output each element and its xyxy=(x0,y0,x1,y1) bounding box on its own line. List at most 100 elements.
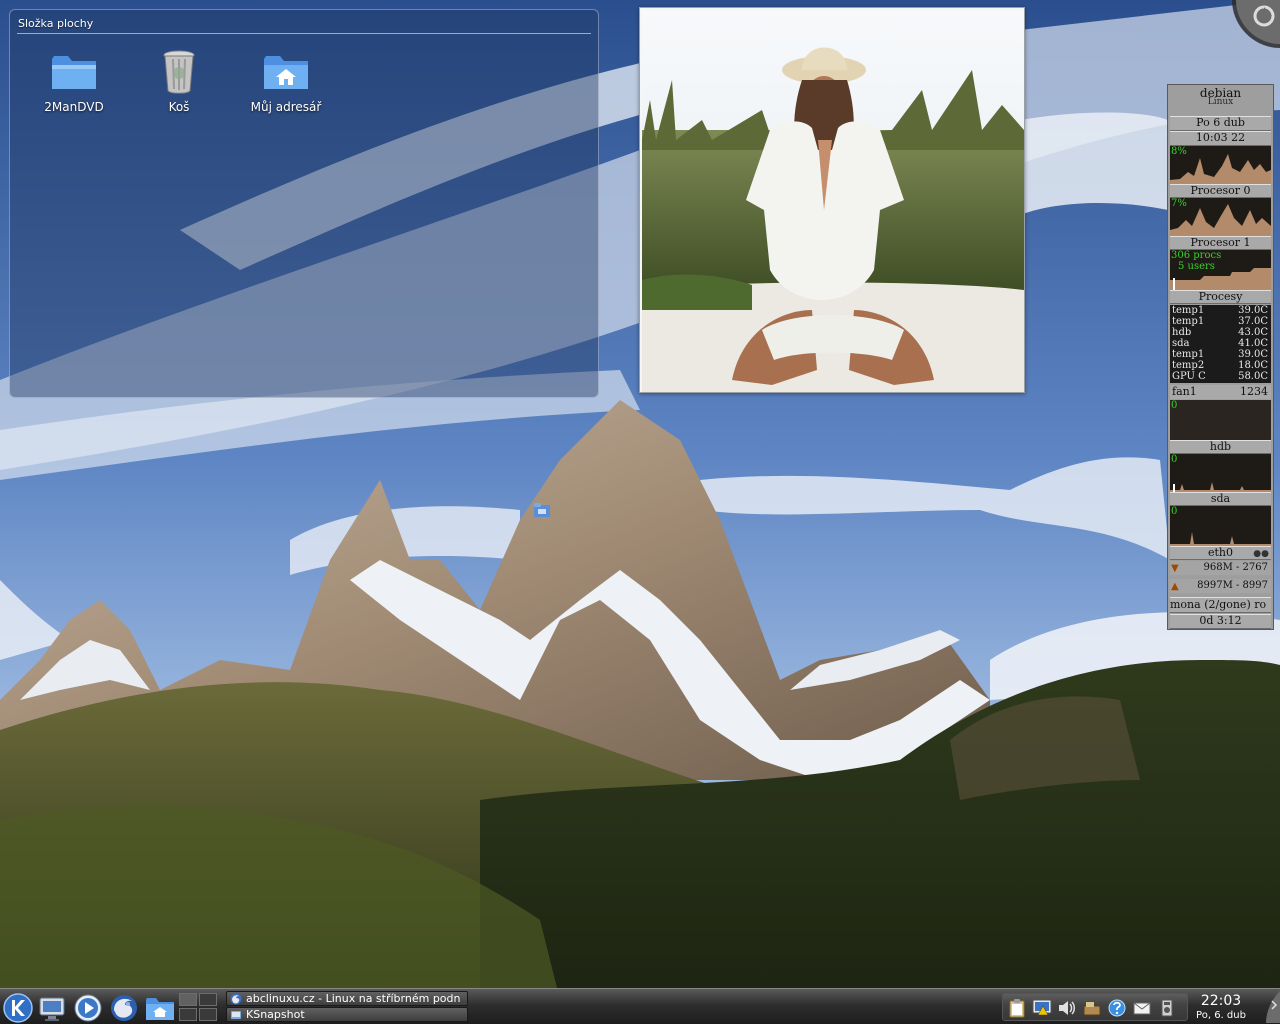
firefox-icon[interactable] xyxy=(108,992,140,1024)
cpu0-graph: 8% xyxy=(1170,146,1271,184)
uptime-row: 0d 3:12 xyxy=(1170,614,1271,629)
net-tx-icon: ▲ xyxy=(1171,581,1179,592)
net-rx-row: ▼ 968M - 2767 xyxy=(1170,561,1271,575)
temp-value: 39.0C xyxy=(1238,349,1268,360)
mail-icon[interactable] xyxy=(1132,998,1152,1018)
fan-value: 1234 xyxy=(1240,385,1268,398)
sysmon-time: 10:03 22 xyxy=(1170,131,1271,146)
pager-desktop-3[interactable] xyxy=(179,1008,197,1021)
sda-label: sda xyxy=(1170,492,1271,506)
temp-value: 18.0C xyxy=(1238,360,1268,371)
net-link-icon: ●● xyxy=(1253,549,1269,559)
framed-photo xyxy=(642,10,1024,392)
temp-name: GPU C xyxy=(1172,371,1206,382)
hdb-graph: 0 xyxy=(1170,454,1271,492)
sda-graph: 0 xyxy=(1170,506,1271,546)
fan-row: fan1 1234 xyxy=(1170,385,1271,399)
sysmon-date: Po 6 dub xyxy=(1170,116,1271,131)
temp-row: sda 41.0C xyxy=(1170,338,1271,349)
temp-value: 43.0C xyxy=(1238,327,1268,338)
temp-name: temp1 xyxy=(1172,349,1205,360)
volume-icon[interactable] xyxy=(1057,998,1077,1018)
ksnapshot-icon xyxy=(231,1011,241,1019)
pager-desktop-2[interactable] xyxy=(199,993,217,1006)
pager-desktop-1[interactable] xyxy=(179,993,197,1006)
procs-count: 306 procs xyxy=(1171,250,1222,261)
system-monitor-widget: debian Linux Po 6 dub 10:03 22 8% Proces… xyxy=(1167,84,1274,630)
cpu1-label: Procesor 1 xyxy=(1170,236,1271,250)
temp-row: temp1 37.0C xyxy=(1170,316,1271,327)
net-label: eth0 xyxy=(1207,546,1233,559)
desktop-icon-label: Můj adresář xyxy=(250,100,322,114)
folder-view-title: Složka plochy xyxy=(18,17,94,30)
hdb-label: hdb xyxy=(1170,440,1271,454)
home-folder-icon[interactable] xyxy=(144,992,176,1024)
virtual-desktop-pager[interactable] xyxy=(179,992,219,1022)
desktop-icon-label: 2ManDVD xyxy=(44,100,104,114)
net-rx-value: 968M - 2767 xyxy=(1203,562,1268,573)
net-label-row: eth0 ●● xyxy=(1170,546,1271,560)
folder-view-widget[interactable]: Složka plochy 2ManDVD Koš Můj adresář xyxy=(9,9,599,398)
procs-label: Procesy xyxy=(1170,290,1271,304)
desktop-icon-label: Koš xyxy=(168,100,190,114)
user-row: mona (2/gone) ro xyxy=(1170,597,1271,613)
picture-frame-widget[interactable] xyxy=(639,7,1025,393)
network-icon[interactable] xyxy=(1082,998,1102,1018)
fan-name: fan1 xyxy=(1172,385,1197,398)
kde-menu-icon[interactable] xyxy=(2,992,34,1024)
desktop-small-folder-icon[interactable] xyxy=(534,502,550,517)
task-label: abclinuxu.cz - Linux na stříbrném podn xyxy=(246,992,461,1005)
cpu1-graph: 7% xyxy=(1170,198,1271,236)
cpu0-label: Procesor 0 xyxy=(1170,184,1271,198)
folder-view-divider xyxy=(17,33,591,34)
trash-icon xyxy=(163,50,195,94)
temp-name: temp1 xyxy=(1172,305,1205,316)
temp-row: hdb 43.0C xyxy=(1170,327,1271,338)
temp-row: temp1 39.0C xyxy=(1170,349,1271,360)
sda-value: 0 xyxy=(1171,506,1178,517)
desktop-icon-2mandvd[interactable]: 2ManDVD xyxy=(19,47,129,127)
pager-desktop-4[interactable] xyxy=(199,1008,217,1021)
system-tray xyxy=(1002,993,1188,1021)
cpu1-value: 7% xyxy=(1171,198,1187,209)
taskbar-clock[interactable]: 22:03 Po, 6. dub xyxy=(1190,992,1252,1022)
display-icon[interactable] xyxy=(1032,998,1052,1018)
desktop-toolbox-icon[interactable] xyxy=(1232,0,1280,48)
net-tx-row: ▲ 8997M - 8997 xyxy=(1170,579,1271,593)
temperature-list: temp1 39.0C temp1 37.0C hdb 43.0C sda 41.0C … xyxy=(1170,305,1271,383)
temp-value: 39.0C xyxy=(1238,305,1268,316)
desktop-icon-home[interactable]: Můj adresář xyxy=(231,47,341,127)
clipboard-icon[interactable] xyxy=(1007,998,1027,1018)
task-label: KSnapshot xyxy=(246,1008,305,1021)
taskbar: abclinuxu.cz - Linux na stříbrném podn K… xyxy=(0,988,1280,1024)
task-browser[interactable]: abclinuxu.cz - Linux na stříbrném podn xyxy=(226,991,468,1006)
system-settings-icon[interactable] xyxy=(36,992,68,1024)
temp-name: hdb xyxy=(1172,327,1192,338)
temp-value: 41.0C xyxy=(1238,338,1268,349)
media-player-icon[interactable] xyxy=(72,992,104,1024)
firefox-icon xyxy=(230,993,242,1005)
sysmon-hostname-sub: Linux xyxy=(1207,97,1234,107)
temp-row: temp1 39.0C xyxy=(1170,305,1271,316)
folder-icon xyxy=(52,56,96,89)
temp-value: 58.0C xyxy=(1238,371,1268,382)
task-ksnapshot[interactable]: KSnapshot xyxy=(226,1007,468,1022)
temp-row: temp2 18.0C xyxy=(1170,360,1271,371)
net-tx-value: 8997M - 8997 xyxy=(1197,580,1268,591)
net-rx-icon: ▼ xyxy=(1171,563,1179,574)
hdb-value: 0 xyxy=(1171,454,1178,465)
desktop-icon-trash[interactable]: Koš xyxy=(124,47,234,127)
temp-row: GPU C 58.0C xyxy=(1170,371,1271,382)
temp-value: 37.0C xyxy=(1238,316,1268,327)
device-icon[interactable] xyxy=(1157,998,1177,1018)
clock-time: 22:03 xyxy=(1200,993,1242,1009)
panel-toolbox-icon[interactable] xyxy=(1258,991,1280,1023)
cpu0-value: 8% xyxy=(1171,146,1187,157)
procs-users: 5 users xyxy=(1178,261,1215,272)
clock-date: Po, 6. dub xyxy=(1196,1010,1246,1021)
home-folder-icon xyxy=(264,56,308,89)
procs-graph: 306 procs 5 users xyxy=(1170,250,1271,290)
messenger-icon[interactable] xyxy=(1107,998,1127,1018)
temp-name: temp1 xyxy=(1172,316,1205,327)
fan-graph: 0 xyxy=(1170,400,1271,440)
